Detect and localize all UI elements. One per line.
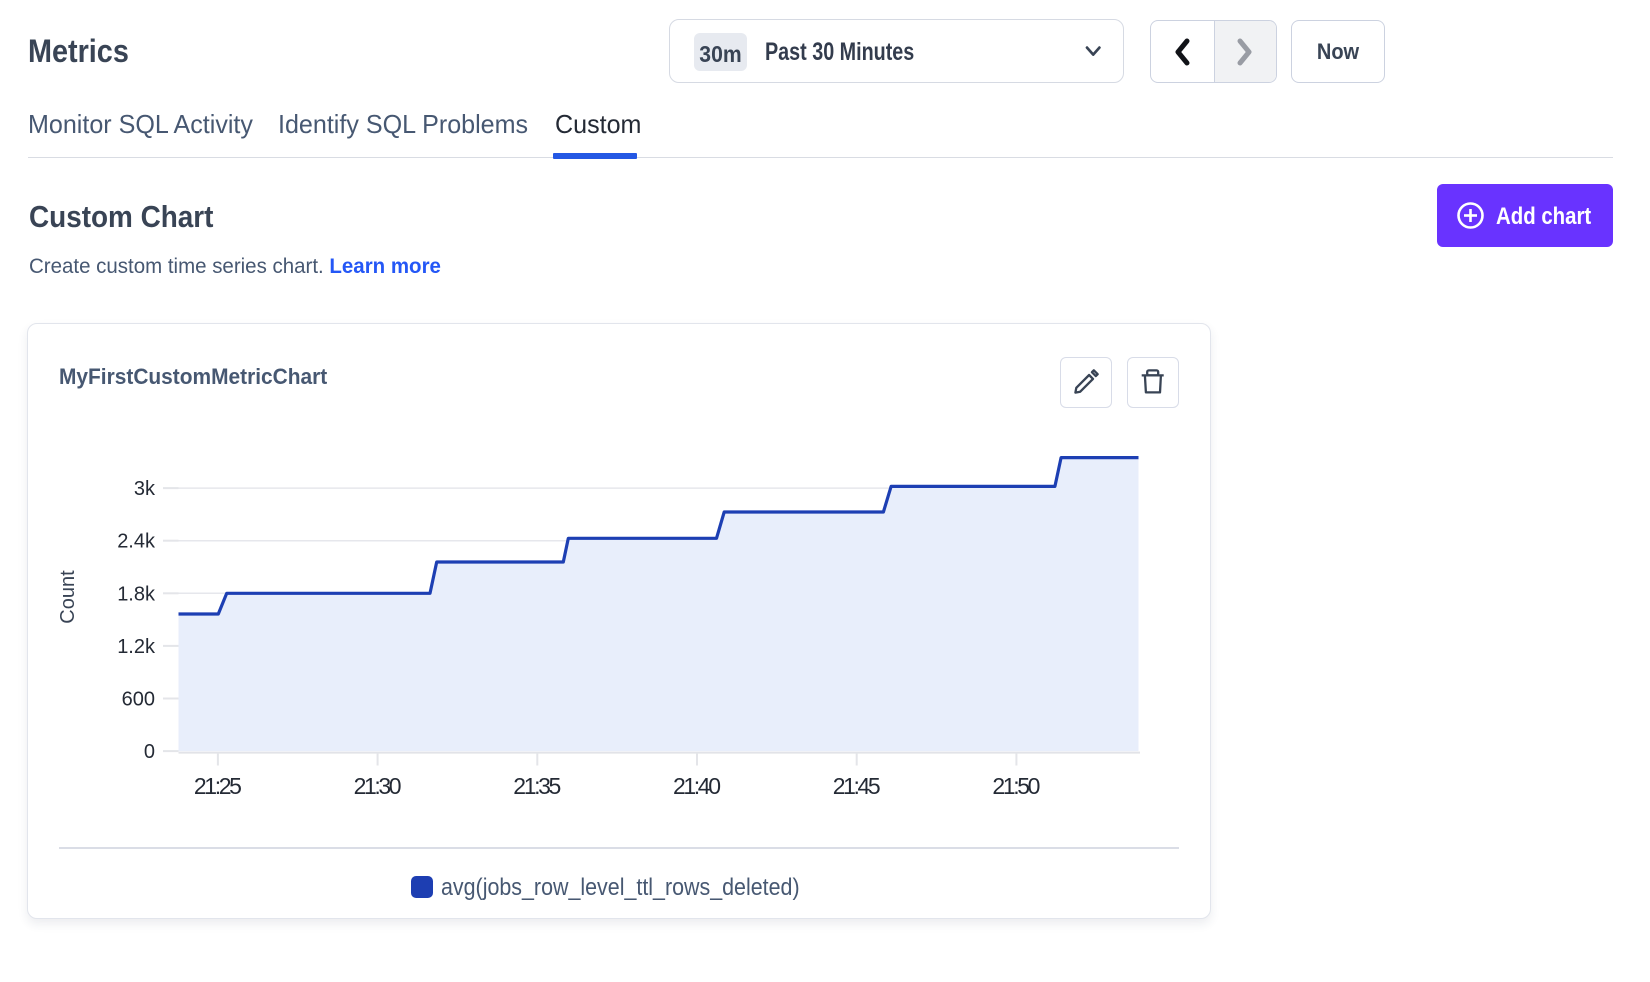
svg-text:21:45: 21:45 [833,773,881,799]
svg-text:21:50: 21:50 [992,773,1040,799]
svg-text:2.4k: 2.4k [117,531,156,553]
svg-text:600: 600 [122,689,155,711]
svg-text:1.8k: 1.8k [117,583,156,605]
svg-text:0: 0 [144,741,155,763]
svg-text:1.2k: 1.2k [117,636,156,658]
svg-text:21:25: 21:25 [194,773,242,799]
svg-text:21:40: 21:40 [673,773,721,799]
svg-text:21:30: 21:30 [354,773,402,799]
svg-text:3k: 3k [134,478,156,500]
svg-text:Count: Count [57,570,79,624]
svg-text:21:35: 21:35 [513,773,561,799]
